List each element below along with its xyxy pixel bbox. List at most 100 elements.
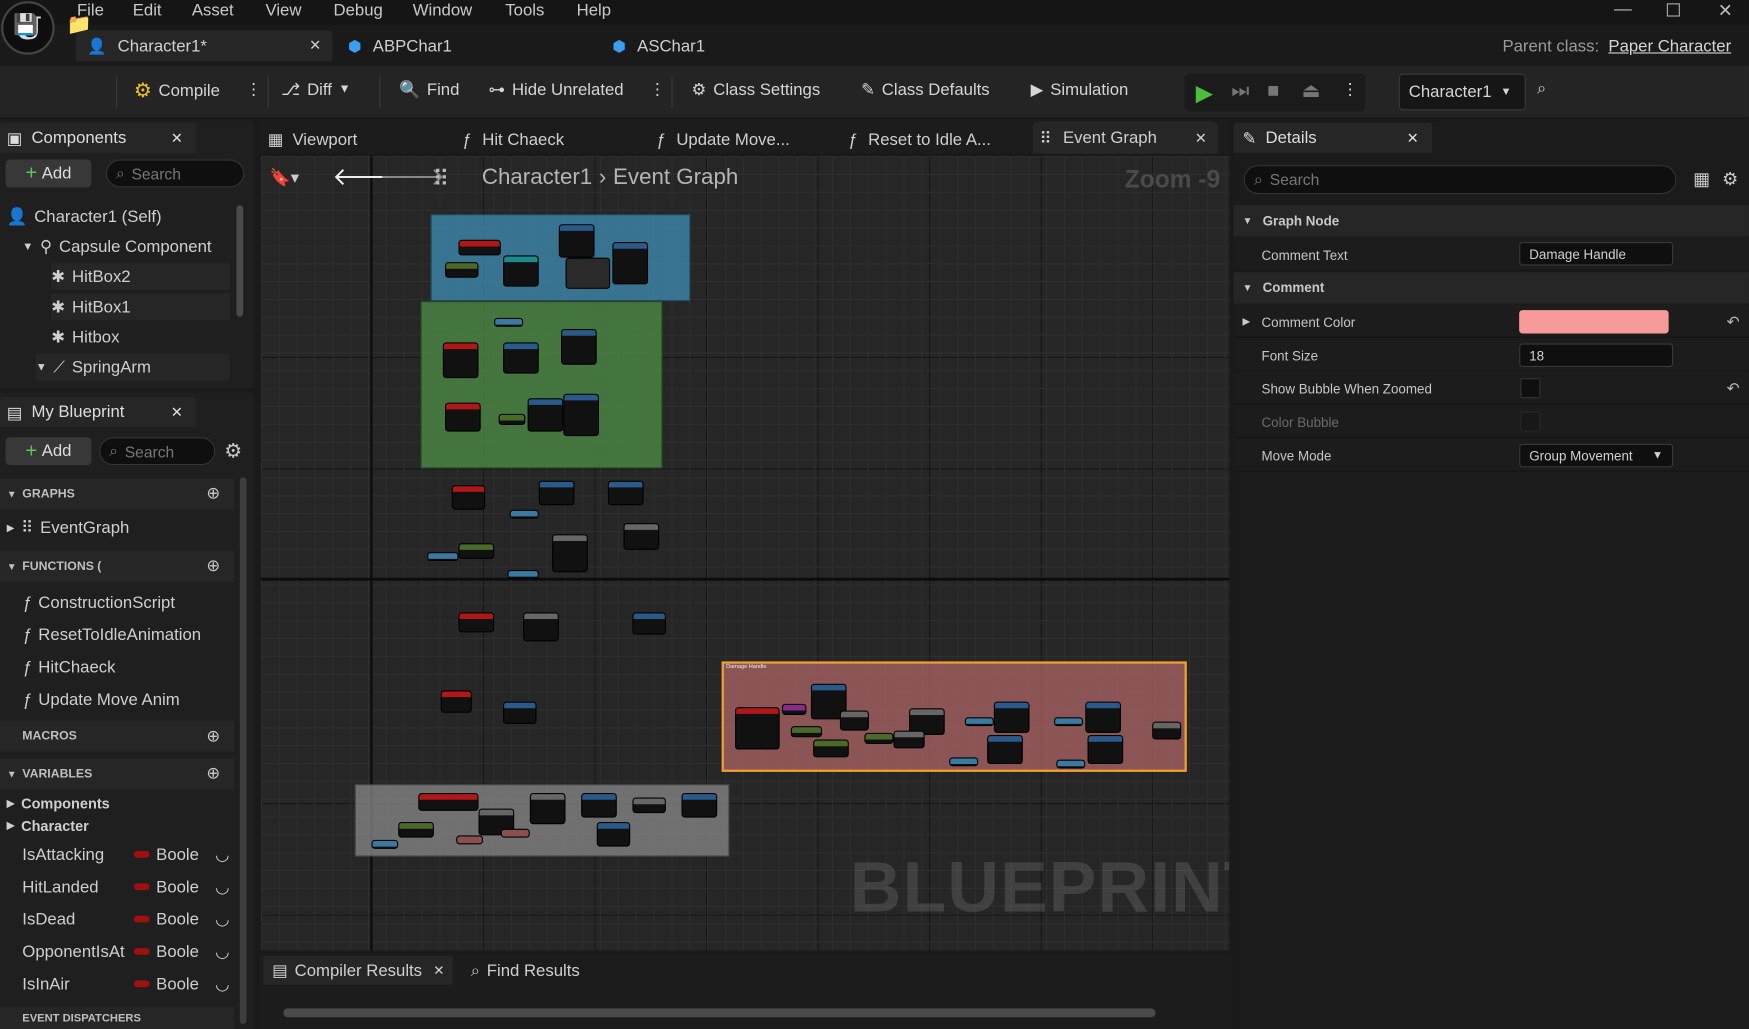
eject-icon[interactable]: ⏏	[1302, 79, 1321, 102]
function-constructionscript[interactable]: ƒ ConstructionScript	[22, 589, 175, 616]
stop-icon[interactable]: ■	[1267, 79, 1279, 102]
graph-node[interactable]	[553, 535, 587, 572]
graph-node[interactable]	[564, 394, 598, 436]
add-component-button[interactable]: + Add	[5, 159, 92, 188]
variable-category-character[interactable]: ▶ Character	[7, 812, 89, 839]
graph-node[interactable]	[633, 798, 665, 813]
component-self[interactable]: 👤 Character1 (Self)	[7, 203, 162, 230]
event-dispatchers-section[interactable]: EVENT DISPATCHERS	[0, 1007, 235, 1029]
browse-icon[interactable]: 📁	[67, 13, 92, 36]
hide-unrelated-button[interactable]: ⊶ Hide Unrelated	[489, 79, 624, 100]
variable-opponentisat[interactable]: OpponentIsAt Boole ◡	[22, 938, 234, 965]
graph-node[interactable]	[633, 613, 665, 634]
graph-node[interactable]	[504, 702, 536, 723]
my-blueprint-scrollbar[interactable]	[239, 477, 247, 1024]
graph-node[interactable]	[624, 524, 659, 549]
graph-node[interactable]	[457, 836, 482, 844]
graph-node[interactable]	[459, 240, 500, 255]
function-updatemoveanim[interactable]: ƒ Update Move Anim	[22, 686, 179, 713]
graph-node[interactable]	[504, 343, 538, 373]
close-window-icon[interactable]: ✕	[1718, 0, 1733, 22]
graph-node[interactable]	[1086, 702, 1120, 732]
graph-node[interactable]	[524, 613, 558, 641]
eye-icon[interactable]: ◡	[215, 909, 230, 929]
step-icon[interactable]: ⏭	[1231, 79, 1249, 102]
close-icon[interactable]: ✕	[171, 403, 183, 421]
debug-filter-icon[interactable]: ⌕	[1537, 79, 1546, 98]
graph-node[interactable]	[894, 731, 924, 748]
component-capsule[interactable]: ▼ ⚲ Capsule Component	[22, 233, 211, 260]
comment-text-field[interactable]: Damage Handle	[1519, 242, 1674, 266]
menu-edit[interactable]: Edit	[133, 1, 162, 20]
eye-icon[interactable]: ◡	[215, 844, 230, 864]
component-hitbox1[interactable]: ✱ HitBox1	[51, 293, 230, 321]
show-bubble-checkbox[interactable]	[1520, 378, 1541, 399]
graph-node[interactable]	[994, 702, 1029, 732]
graph-node[interactable]	[566, 258, 610, 288]
graph-node[interactable]	[582, 794, 616, 817]
component-hitbox2[interactable]: ✱ HitBox2	[51, 263, 230, 291]
menu-window[interactable]: Window	[413, 1, 473, 20]
doc-tab-abpchar1[interactable]: ⬢ ABPChar1	[348, 30, 571, 61]
graph-node[interactable]	[504, 256, 538, 286]
graph-node[interactable]	[613, 243, 647, 284]
menu-debug[interactable]: Debug	[334, 1, 383, 20]
details-search-input[interactable]: ⌕ Search	[1243, 165, 1677, 195]
comment-box-green[interactable]	[420, 301, 663, 469]
graph-node[interactable]	[1057, 760, 1085, 768]
graph-node[interactable]	[499, 414, 525, 424]
graph-node[interactable]	[495, 319, 523, 326]
diff-button[interactable]: ⎇ Diff ▼	[281, 79, 351, 100]
graph-node[interactable]	[441, 691, 471, 712]
gear-icon[interactable]: ⚙	[224, 439, 242, 462]
add-member-button[interactable]: + Add	[5, 437, 92, 466]
reset-to-default-icon[interactable]: ↶	[1727, 312, 1740, 331]
tab-reset-to-idle[interactable]: ƒ Reset to Idle A...	[848, 124, 991, 155]
variable-hitlanded[interactable]: HitLanded Boole ◡	[22, 873, 234, 900]
compile-options-icon[interactable]: ⋮	[245, 79, 262, 99]
graph-node[interactable]	[1055, 718, 1082, 726]
tab-update-move[interactable]: ƒ Update Move...	[656, 124, 790, 155]
play-icon[interactable]: ▶	[1196, 79, 1213, 107]
add-graph-icon[interactable]: ⊕	[206, 483, 220, 503]
graphs-section[interactable]: ▼ GRAPHS	[0, 478, 235, 510]
close-icon[interactable]: ✕	[1407, 129, 1419, 147]
graph-eventgraph[interactable]: ▶ ⠿ EventGraph	[7, 514, 130, 541]
expand-icon[interactable]: ▶	[1243, 316, 1251, 328]
graph-node[interactable]	[562, 330, 596, 364]
functions-section[interactable]: ▼ FUNCTIONS (	[0, 551, 235, 583]
variable-isattacking[interactable]: IsAttacking Boole ◡	[22, 841, 234, 868]
simulation-button[interactable]: ▶ Simulation	[1031, 79, 1129, 100]
class-settings-button[interactable]: ⚙ Class Settings	[692, 79, 821, 100]
table-view-icon[interactable]: ▦	[1693, 168, 1710, 190]
menu-help[interactable]: Help	[577, 1, 611, 20]
macros-section[interactable]: MACROS	[0, 720, 235, 752]
graph-node[interactable]	[530, 794, 565, 824]
graph-node[interactable]	[1088, 736, 1123, 763]
my-blueprint-tab[interactable]: ▤ My Blueprint ✕	[0, 397, 197, 428]
move-mode-select[interactable]: Group Movement ▼	[1519, 443, 1674, 468]
save-icon[interactable]: 💾	[13, 13, 38, 36]
graph-node[interactable]	[419, 794, 478, 810]
graph-node[interactable]	[1153, 722, 1181, 739]
graph-node[interactable]	[501, 829, 529, 837]
minimize-icon[interactable]: —	[1614, 0, 1632, 20]
graph-node[interactable]	[539, 481, 574, 505]
font-size-field[interactable]: 18	[1519, 343, 1674, 367]
function-resettoidleanimation[interactable]: ƒ ResetToIdleAnimation	[22, 621, 201, 648]
graph-node[interactable]	[910, 709, 944, 734]
close-icon[interactable]: ✕	[171, 129, 183, 147]
graph-node[interactable]	[841, 711, 868, 730]
graph-node[interactable]	[865, 733, 893, 743]
graph-node[interactable]	[950, 758, 978, 766]
tab-viewport[interactable]: ▦ Viewport	[268, 124, 358, 155]
graph-node[interactable]	[510, 510, 538, 518]
find-button[interactable]: 🔍 Find	[399, 79, 459, 100]
graph-node[interactable]	[736, 708, 779, 749]
graph-node[interactable]	[783, 704, 806, 714]
graph-node[interactable]	[609, 481, 643, 505]
variable-isdead[interactable]: IsDead Boole ◡	[22, 906, 234, 933]
gear-icon[interactable]: ⚙	[1722, 168, 1738, 190]
reset-to-default-icon[interactable]: ↶	[1727, 379, 1740, 398]
section-graph-node[interactable]: ▼ Graph Node	[1233, 205, 1749, 237]
